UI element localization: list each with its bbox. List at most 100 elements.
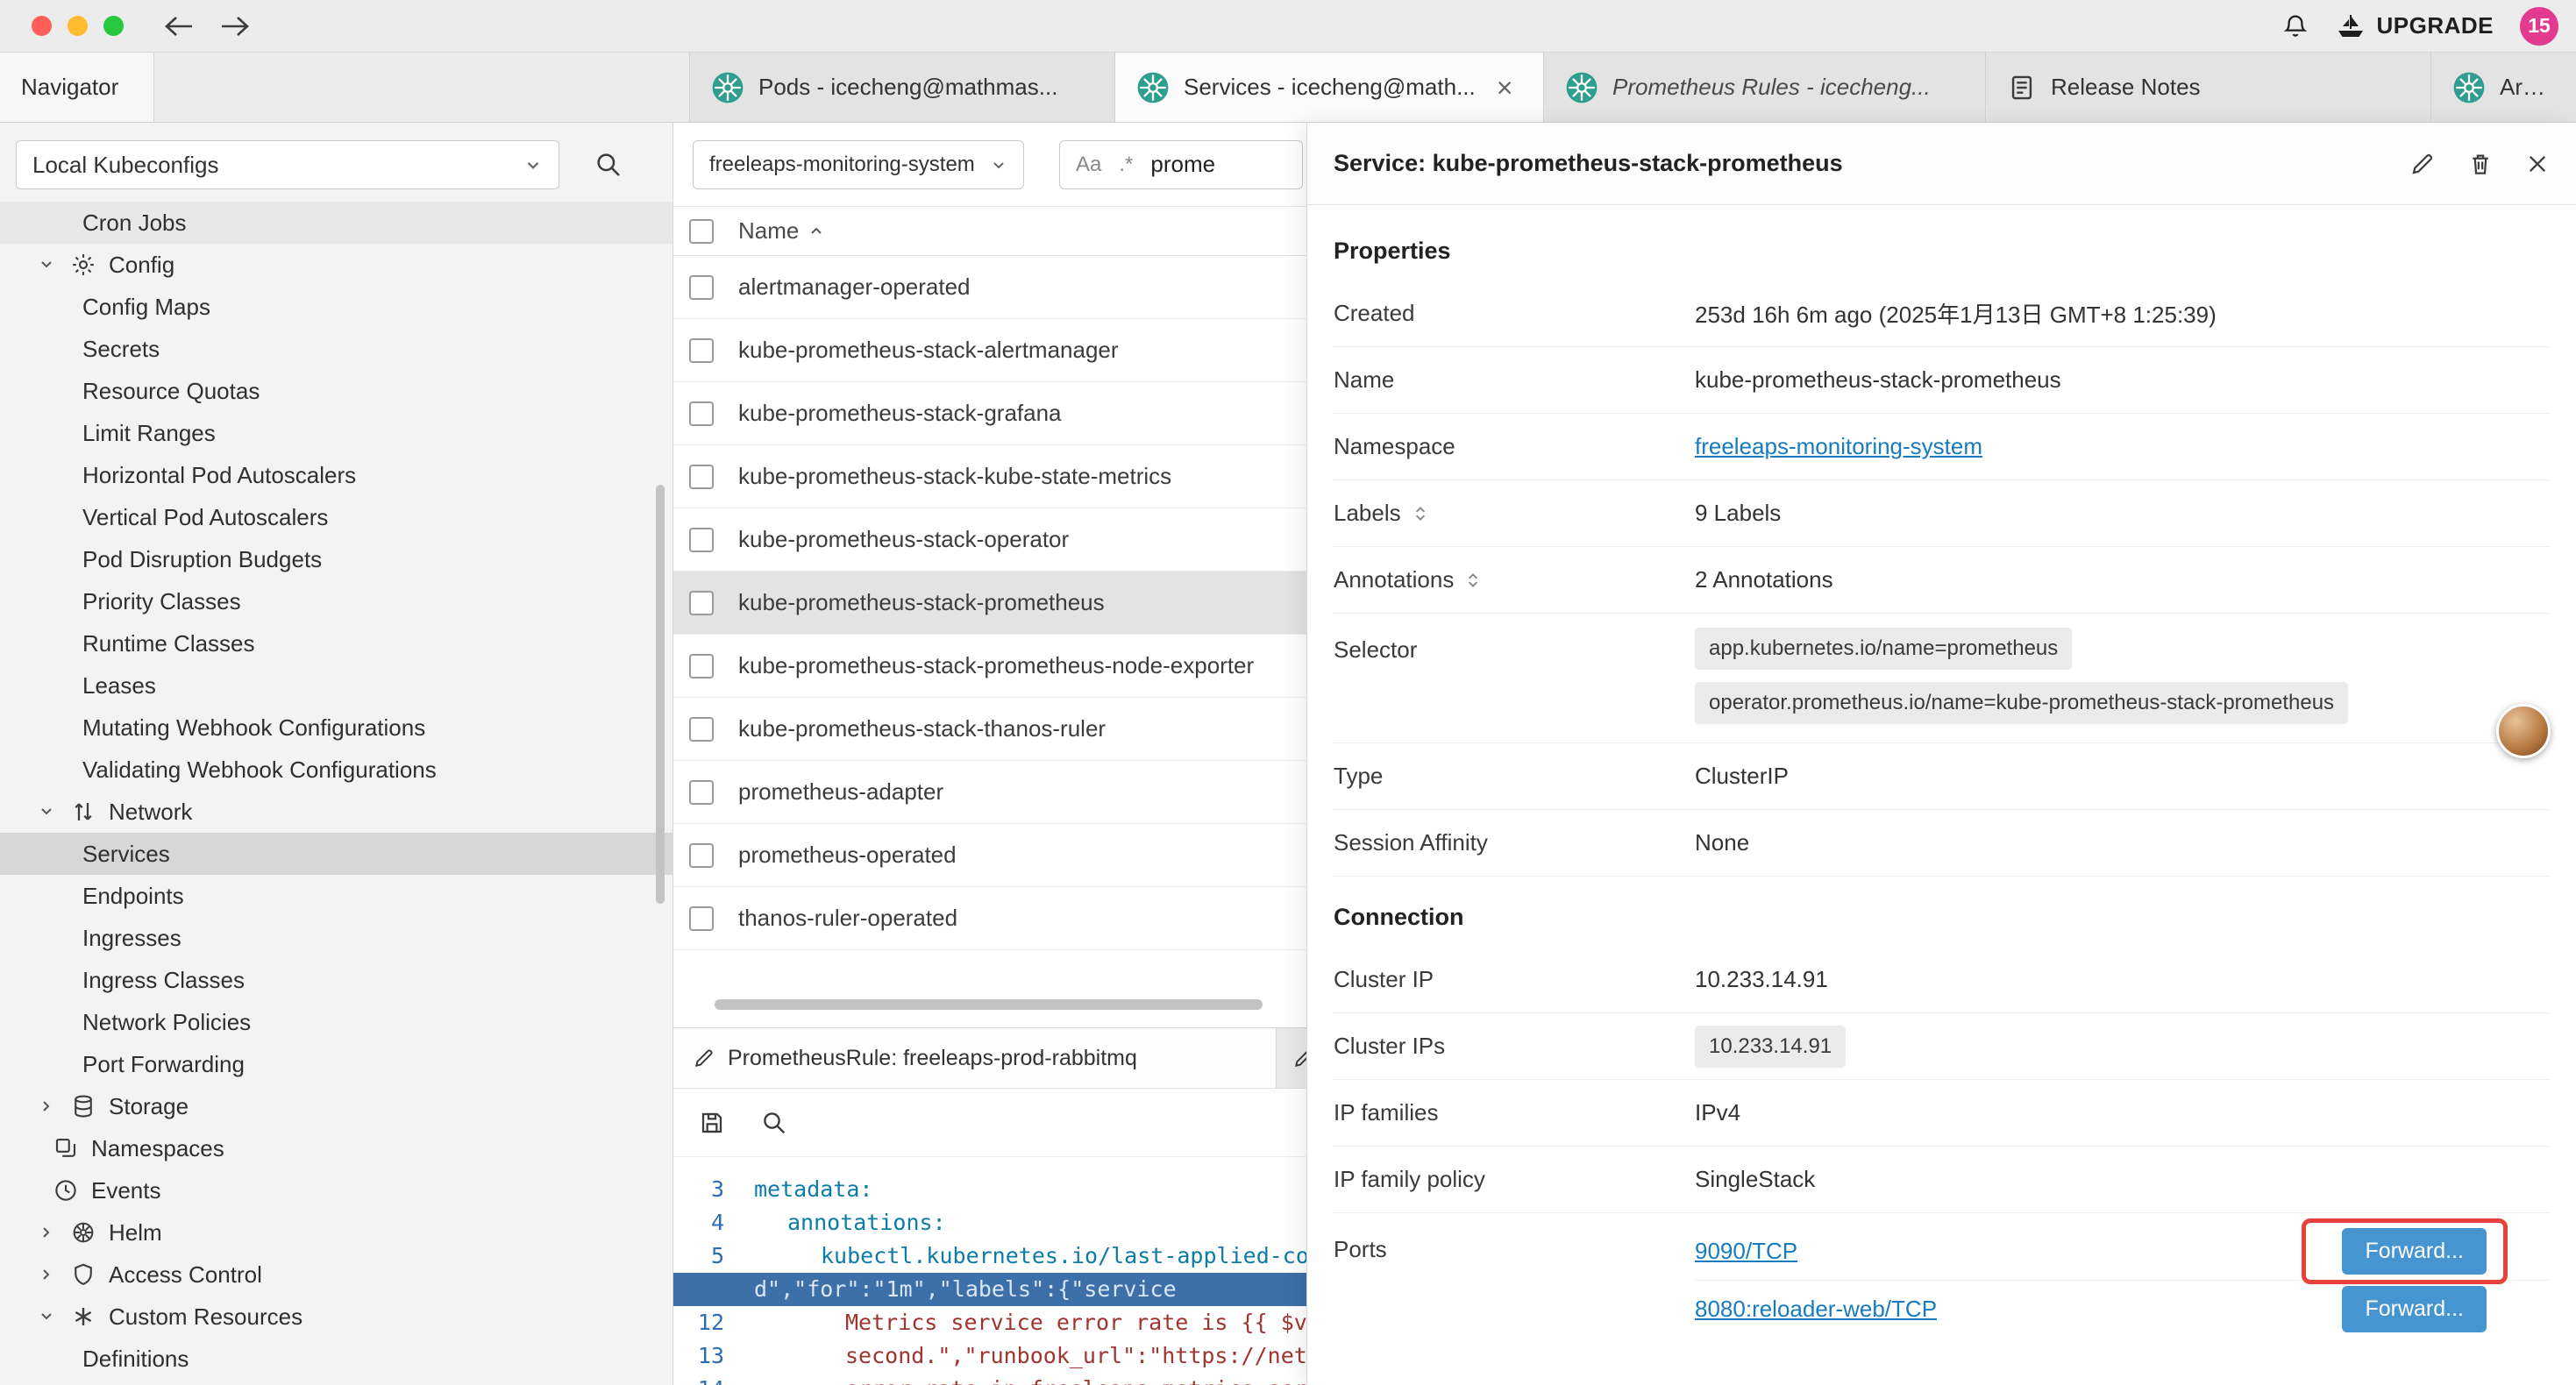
sidebar-item-ingress-classes[interactable]: Ingress Classes: [0, 959, 672, 1001]
tab-release-notes[interactable]: Release Notes: [1986, 53, 2431, 122]
close-icon[interactable]: [2525, 152, 2550, 176]
sidebar-item-cron-jobs[interactable]: Cron Jobs: [0, 202, 672, 244]
kubeconfig-select-value: Local Kubeconfigs: [32, 152, 218, 179]
sidebar-item-resource-quotas[interactable]: Resource Quotas: [0, 370, 672, 412]
maximize-window-button[interactable]: [103, 16, 124, 36]
user-avatar[interactable]: [2496, 704, 2551, 758]
sidebar-item-label: Horizontal Pod Autoscalers: [82, 462, 356, 489]
sidebar-item-custom-resources[interactable]: Custom Resources: [0, 1296, 672, 1338]
property-label: IP families: [1334, 1099, 1695, 1126]
port-link[interactable]: 8080:reloader-web/TCP: [1695, 1296, 1937, 1323]
property-label: Annotations: [1334, 566, 1454, 593]
property-label: Cluster IP: [1334, 966, 1695, 993]
forward-button[interactable]: Forward...: [2342, 1228, 2487, 1275]
sidebar-item-events[interactable]: Events: [0, 1169, 672, 1211]
sidebar-item-limit-ranges[interactable]: Limit Ranges: [0, 412, 672, 454]
row-checkbox[interactable]: [689, 275, 714, 300]
sidebar-scrollbar[interactable]: [656, 485, 665, 904]
namespace-link[interactable]: freeleaps-monitoring-system: [1695, 433, 1982, 460]
sidebar-item-leases[interactable]: Leases: [0, 664, 672, 707]
sidebar-item-network[interactable]: Network: [0, 791, 672, 833]
row-checkbox[interactable]: [689, 591, 714, 615]
row-checkbox[interactable]: [689, 780, 714, 805]
dock-tab-prometheusrule[interactable]: PrometheusRule: freeleaps-prod-rabbitmq: [673, 1028, 1277, 1088]
sidebar-item-label: Mutating Webhook Configurations: [82, 714, 425, 742]
sidebar-item-validating-webhook-configurations[interactable]: Validating Webhook Configurations: [0, 749, 672, 791]
sidebar-item-horizontal-pod-autoscalers[interactable]: Horizontal Pod Autoscalers: [0, 454, 672, 496]
close-window-button[interactable]: [32, 16, 52, 36]
sidebar-item-mutating-webhook-configurations[interactable]: Mutating Webhook Configurations: [0, 707, 672, 749]
tab-pods[interactable]: Pods - icecheng@mathmas...: [690, 53, 1115, 122]
sidebar-item-label: Endpoints: [82, 883, 184, 910]
sidebar-item-label: Runtime Classes: [82, 630, 255, 657]
select-all-checkbox[interactable]: [689, 219, 714, 244]
navigator-header: Navigator: [0, 53, 690, 122]
column-header-name[interactable]: Name: [738, 217, 825, 245]
row-checkbox[interactable]: [689, 843, 714, 868]
forward-arrow-icon[interactable]: [220, 13, 252, 39]
search-icon[interactable]: [761, 1110, 787, 1136]
row-checkbox[interactable]: [689, 465, 714, 489]
property-row-ip-family-policy: IP family policy SingleStack: [1334, 1147, 2550, 1213]
sidebar-item-storage[interactable]: Storage: [0, 1085, 672, 1127]
notifications-bell-icon[interactable]: [2281, 12, 2309, 40]
tab-prometheus-rules[interactable]: Prometheus Rules - icecheng...: [1544, 53, 1986, 122]
sidebar-item-helm[interactable]: Helm: [0, 1211, 672, 1254]
sidebar-item-endpoints[interactable]: Endpoints: [0, 875, 672, 917]
selector-badge: operator.prometheus.io/name=kube-prometh…: [1695, 682, 2348, 724]
port-link[interactable]: 9090/TCP: [1695, 1238, 1797, 1265]
line-text: Metrics service error rate is {{ $va: [833, 1306, 1320, 1339]
expand-toggle-icon[interactable]: [1412, 504, 1429, 523]
sidebar-item-runtime-classes[interactable]: Runtime Classes: [0, 622, 672, 664]
trash-icon[interactable]: [2467, 151, 2494, 177]
upgrade-button[interactable]: UPGRADE: [2336, 12, 2494, 39]
sidebar-item-port-forwarding[interactable]: Port Forwarding: [0, 1043, 672, 1085]
scrollbar-thumb[interactable]: [715, 999, 1263, 1010]
sidebar-item-priority-classes[interactable]: Priority Classes: [0, 580, 672, 622]
sidebar-item-secrets[interactable]: Secrets: [0, 328, 672, 370]
row-checkbox[interactable]: [689, 906, 714, 931]
row-checkbox[interactable]: [689, 338, 714, 363]
navigator-tab[interactable]: Navigator: [0, 53, 154, 122]
ship-icon: [2336, 13, 2366, 39]
tab-services[interactable]: Services - icecheng@math... ×: [1115, 53, 1544, 122]
forward-button[interactable]: Forward...: [2342, 1286, 2487, 1332]
row-checkbox[interactable]: [689, 401, 714, 426]
sidebar-item-services[interactable]: Services: [0, 833, 672, 875]
back-arrow-icon[interactable]: [162, 13, 194, 39]
sidebar-item-pod-disruption-budgets[interactable]: Pod Disruption Budgets: [0, 538, 672, 580]
regex-toggle[interactable]: .*: [1119, 153, 1133, 177]
traffic-lights: [0, 16, 124, 36]
sidebar-item-vertical-pod-autoscalers[interactable]: Vertical Pod Autoscalers: [0, 496, 672, 538]
match-case-toggle[interactable]: Aa: [1076, 153, 1101, 177]
namespace-filter-select[interactable]: freeleaps-monitoring-system: [693, 140, 1024, 189]
row-checkbox[interactable]: [689, 654, 714, 678]
save-icon[interactable]: [698, 1109, 726, 1137]
sidebar-item-config-maps[interactable]: Config Maps: [0, 286, 672, 328]
line-number: 14: [673, 1373, 742, 1385]
row-checkbox[interactable]: [689, 717, 714, 742]
property-label: Ports: [1334, 1222, 1695, 1263]
sidebar-item-definitions[interactable]: Definitions: [0, 1338, 672, 1380]
row-checkbox[interactable]: [689, 528, 714, 552]
expand-toggle-icon[interactable]: [1464, 571, 1482, 590]
sidebar-item-ingresses[interactable]: Ingresses: [0, 917, 672, 959]
sidebar-item-label: Secrets: [82, 336, 160, 363]
close-tab-icon[interactable]: ×: [1497, 74, 1513, 102]
sidebar-item-network-policies[interactable]: Network Policies: [0, 1001, 672, 1043]
sidebar-item-access-control[interactable]: Access Control: [0, 1254, 672, 1296]
search-icon[interactable]: [594, 151, 623, 179]
minimize-window-button[interactable]: [68, 16, 88, 36]
table-search-box[interactable]: Aa .* prome: [1059, 140, 1303, 189]
notification-count-badge[interactable]: 15: [2520, 7, 2558, 46]
search-query[interactable]: prome: [1150, 151, 1215, 178]
kubernetes-cluster-icon: [711, 71, 744, 104]
edit-pencil-icon[interactable]: [2409, 151, 2436, 177]
sidebar-item-config[interactable]: Config: [0, 244, 672, 286]
tab-argo[interactable]: Argo S: [2431, 53, 2576, 122]
sidebar-item-namespaces[interactable]: Namespaces: [0, 1127, 672, 1169]
kubeconfig-select[interactable]: Local Kubeconfigs: [16, 140, 559, 189]
tab-label: Prometheus Rules - icecheng...: [1612, 74, 1931, 101]
property-row-cluster-ip: Cluster IP 10.233.14.91: [1334, 947, 2550, 1013]
property-label: Namespace: [1334, 433, 1695, 460]
